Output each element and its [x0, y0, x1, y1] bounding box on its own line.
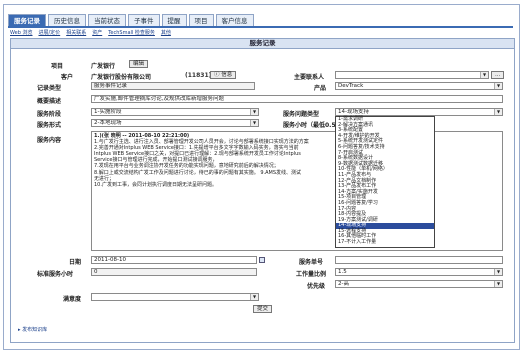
content-line: 10.广发到工事，会同计划执行调度日期无法呈研问题。 — [94, 181, 217, 188]
issue-type-label: 服务问题类型 — [283, 111, 320, 118]
record-type-field: 服务事件记录 — [91, 82, 255, 90]
tab-project[interactable]: 项目 — [188, 14, 214, 26]
info-icon: ⓘ — [214, 72, 220, 78]
date-label: 日期 — [69, 259, 82, 266]
subnav-techsmall[interactable]: TechSmall 检查服务 — [108, 29, 155, 36]
subnav-progress[interactable]: 进展/定价 — [39, 29, 61, 36]
service-no-label: 服务单号 — [299, 259, 324, 266]
product-select[interactable]: DevTrack ▼ — [335, 82, 503, 90]
customer-value: 广发银行股份有限公司 — [91, 74, 152, 81]
tab-sub-event[interactable]: 子事件 — [128, 14, 160, 26]
chevron-down-icon: ▼ — [494, 83, 502, 89]
tab-service-record[interactable]: 服务记录 — [8, 14, 46, 26]
tab-history[interactable]: 历史信息 — [48, 14, 86, 26]
std-hours-label: 标准服务小时 — [37, 271, 74, 278]
tab-bar: 服务记录 历史信息 当前状态 子事件 提醒 项目 客户信息 — [8, 14, 254, 26]
product-label: 产品 — [314, 85, 327, 92]
issue-type-option[interactable]: 17-不计入工作量 — [336, 239, 434, 246]
chevron-down-icon: ▼ — [494, 109, 502, 115]
tab-customer-info[interactable]: 客户信息 — [215, 14, 254, 26]
panel-title: 服务记录 — [11, 39, 514, 49]
chevron-down-icon: ▼ — [250, 109, 258, 115]
form-select-value: 2-本地现场 — [94, 120, 122, 126]
subnav-web-browse[interactable]: Web 浏览 — [10, 29, 33, 36]
contact-select[interactable]: ▼ — [335, 71, 489, 79]
issue-type-select-value: 14-现场支持 — [338, 109, 369, 115]
calendar-icon[interactable] — [259, 257, 265, 263]
edit-project-button[interactable]: 编辑 — [129, 60, 149, 68]
std-hours-field: 0 — [91, 268, 257, 276]
contact-label: 主要联系人 — [294, 74, 325, 81]
project-label: 项目 — [51, 63, 64, 70]
service-no-input[interactable] — [335, 256, 503, 264]
chevron-down-icon: ▼ — [480, 72, 488, 78]
submit-button[interactable]: 提交 — [253, 305, 273, 313]
product-select-value: DevTrack — [338, 83, 364, 89]
priority-label: 优先级 — [307, 283, 326, 290]
chevron-down-icon: ▼ — [250, 120, 258, 126]
issue-type-select[interactable]: 14-现场支持 ▼ — [335, 108, 503, 116]
subnav-related-contacts[interactable]: 相关联系 — [66, 29, 86, 36]
publish-knowledge-link[interactable]: ▸ 发布知识库 — [18, 326, 47, 333]
satisfaction-select[interactable]: ▼ — [91, 293, 259, 301]
ratio-label: 工作量比例 — [296, 271, 327, 278]
customer-info-button-label: 信息 — [221, 72, 233, 78]
chevron-down-icon: ▼ — [250, 294, 258, 300]
subnav-assets[interactable]: 资产 — [92, 29, 102, 36]
customer-label: 客户 — [61, 74, 74, 81]
tab-current-status[interactable]: 当前状态 — [88, 14, 126, 26]
issue-type-dropdown-list[interactable]: 1-需求调研 2-解决方案通讯 3-系统配置 4-开发/维护的开发 5-系统开发测试定件… — [335, 116, 435, 248]
subnav-other[interactable]: 其他 — [161, 29, 171, 36]
customer-info-button[interactable]: ⓘ 信息 — [210, 71, 237, 79]
date-input[interactable]: 2011-08-10 — [91, 256, 257, 264]
sub-navigation: Web 浏览 进展/定价 相关联系 资产 TechSmall 检查服务 其他 — [10, 29, 171, 36]
stage-select-value: 1-实施阶段 — [94, 109, 122, 115]
contact-lookup-button[interactable]: ... — [491, 71, 505, 79]
stage-label: 服务阶段 — [37, 111, 62, 118]
tab-underline — [8, 26, 513, 28]
record-type-label: 记录类型 — [37, 85, 62, 92]
project-value: 广发银行 — [91, 63, 116, 70]
chevron-down-icon: ▼ — [494, 269, 502, 275]
stage-select[interactable]: 1-实施阶段 ▼ — [91, 108, 259, 116]
ratio-select-value: 1.5 — [338, 269, 347, 275]
form-select[interactable]: 2-本地现场 ▼ — [91, 119, 259, 127]
content-label: 服务内容 — [37, 137, 62, 144]
chevron-down-icon: ▼ — [494, 281, 502, 287]
satisfaction-label: 满意度 — [63, 296, 82, 303]
priority-select[interactable]: 2-高 ▼ — [335, 280, 503, 288]
customer-id: (11831) — [185, 72, 212, 79]
summary-label: 概要描述 — [37, 98, 62, 105]
service-record-panel: 服务记录 项目 广发银行 编辑 客户 广发银行股份有限公司 (11831) ⓘ … — [10, 38, 515, 343]
tab-reminder[interactable]: 提醒 — [161, 14, 187, 26]
form-label: 服务形式 — [37, 122, 62, 129]
ratio-select[interactable]: 1.5 ▼ — [335, 268, 503, 276]
content-textarea[interactable]: 1.)(张 晓明 -- 2011-08-10 22:21:00) 1.与广发行主… — [91, 131, 503, 251]
priority-select-value: 2-高 — [338, 281, 349, 287]
summary-input[interactable]: 广发实施,邮件管理摘库讨论,及规供改库新增服务问题 — [91, 95, 503, 103]
